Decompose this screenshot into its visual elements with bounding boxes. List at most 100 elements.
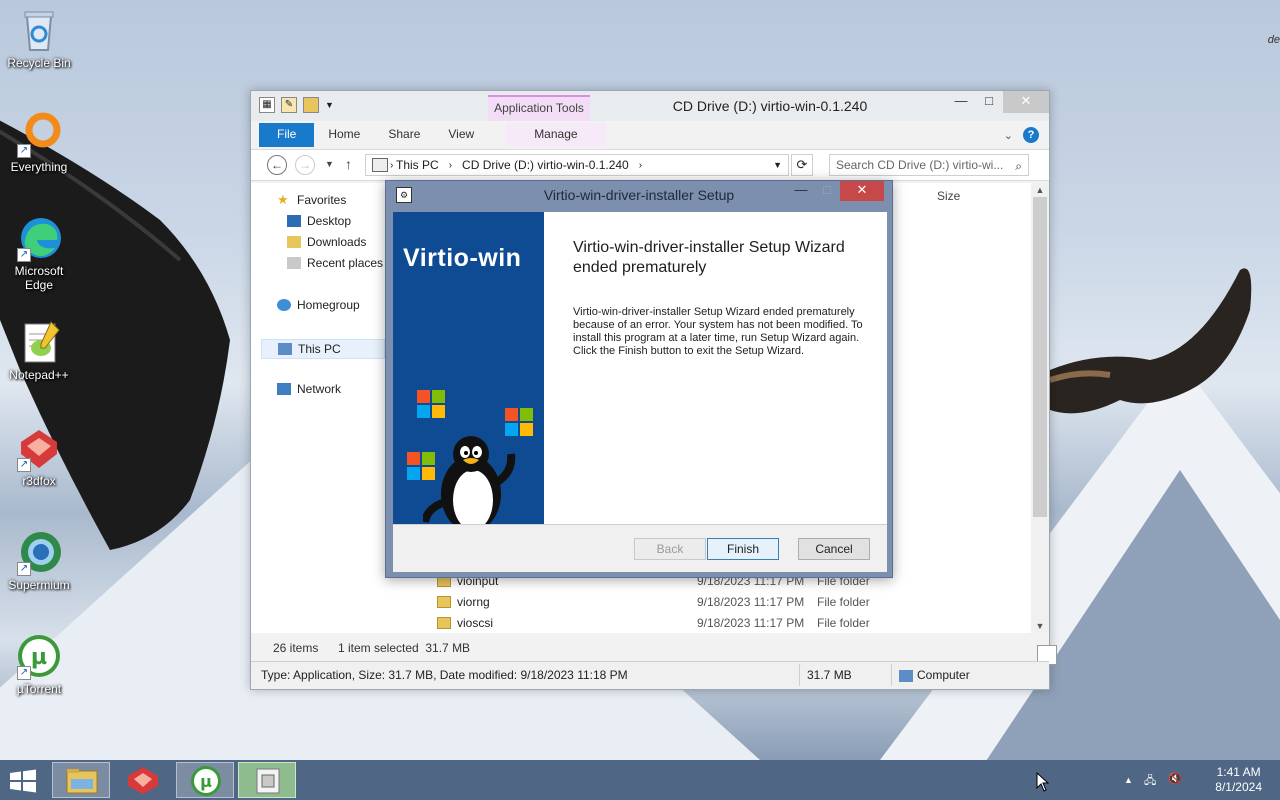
- explorer-titlebar[interactable]: ▦ ✎ ▼ Application Tools CD Drive (D:) vi…: [251, 91, 1049, 121]
- setup-dialog: ⚙ Virtio-win-driver-installer Setup — □ …: [385, 180, 893, 578]
- taskbar-r3dfox[interactable]: [114, 762, 172, 798]
- scrollbar-thumb[interactable]: [1033, 197, 1047, 517]
- breadcrumb-this-pc[interactable]: This PC: [396, 158, 439, 172]
- minimize-button[interactable]: —: [788, 181, 814, 201]
- tab-file[interactable]: File: [259, 123, 315, 147]
- setup-banner: Virtio-win: [393, 212, 544, 524]
- item-count: 26 items: [273, 641, 319, 655]
- back-arrow-icon[interactable]: ←: [267, 155, 287, 175]
- recycle-bin-icon: [15, 6, 63, 54]
- status-bar: 26 items 1 item selected 31.7 MB: [251, 635, 1057, 665]
- shortcut-arrow-icon: ↗: [17, 666, 31, 680]
- maximize-button[interactable]: □: [975, 91, 1003, 113]
- nav-favorites-label: Favorites: [297, 193, 347, 207]
- tab-view[interactable]: View: [434, 123, 488, 147]
- svg-text:µ: µ: [200, 772, 212, 791]
- desktop-icon-everything[interactable]: ↗ Everything: [4, 110, 74, 174]
- close-button[interactable]: ✕: [840, 181, 884, 201]
- back-button[interactable]: Back: [634, 538, 706, 560]
- nav-downloads[interactable]: Downloads: [287, 235, 366, 249]
- desktop-icon-recycle-bin[interactable]: Recycle Bin: [4, 6, 74, 70]
- clock[interactable]: 1:41 AM 8/1/2024: [1215, 765, 1262, 795]
- search-icon: ⌕: [1015, 159, 1022, 173]
- taskbar-setup[interactable]: [238, 762, 296, 798]
- details-bar: Type: Application, Size: 31.7 MB, Date m…: [251, 661, 1049, 689]
- file-date: 9/18/2023 11:17 PM: [697, 616, 805, 630]
- tab-share[interactable]: Share: [374, 123, 434, 147]
- search-placeholder: Search CD Drive (D:) virtio-wi...: [836, 158, 1004, 172]
- tab-manage[interactable]: Manage: [506, 123, 606, 147]
- setup-window-controls: — □ ✕: [788, 181, 884, 201]
- breadcrumb-sep-icon: ›: [390, 159, 394, 171]
- explorer-window-controls: — □ ✕: [947, 91, 1049, 113]
- desktop-icon-notepadpp[interactable]: Notepad++: [4, 318, 74, 382]
- nav-desktop-label: Desktop: [307, 214, 352, 228]
- minimize-button[interactable]: —: [947, 91, 975, 113]
- navigation-bar: ← → ▼ ↑ › This PC › CD Drive (D:) virtio…: [251, 149, 1049, 181]
- table-row[interactable]: viorng 9/18/2023 11:17 PM File folder: [437, 592, 917, 612]
- volume-muted-icon[interactable]: 🔇: [1168, 772, 1182, 785]
- address-bar[interactable]: › This PC › CD Drive (D:) virtio-win-0.1…: [365, 154, 789, 176]
- file-name: viorng: [457, 595, 490, 609]
- desktop-icon-utorrent[interactable]: µ ↗ µTorrent: [4, 632, 74, 696]
- setup-body: Virtio-win Virtio-win-driver-installer S…: [393, 212, 887, 572]
- breadcrumb-sep-icon: ›: [638, 159, 643, 171]
- network-icon: [277, 383, 291, 395]
- taskbar-utorrent[interactable]: µ: [176, 762, 234, 798]
- setup-footer: Back Finish Cancel: [393, 524, 887, 572]
- desktop-icon-edge[interactable]: ↗ Microsoft Edge: [4, 214, 74, 292]
- folder-icon: [437, 596, 451, 608]
- maximize-button[interactable]: □: [814, 181, 840, 201]
- scroll-up-icon[interactable]: ▲: [1031, 185, 1049, 195]
- nav-network[interactable]: Network: [277, 382, 341, 396]
- location-label: Computer: [917, 668, 970, 682]
- file-name: vioscsi: [457, 616, 494, 630]
- cd-drive-icon: [372, 158, 388, 172]
- homegroup-icon: [277, 299, 291, 311]
- vertical-scrollbar[interactable]: ▲ ▼: [1031, 183, 1049, 633]
- refresh-button[interactable]: ⟳: [791, 154, 813, 176]
- selected-file-details: Type: Application, Size: 31.7 MB, Date m…: [261, 668, 628, 682]
- windows-logo-icon: [417, 390, 445, 418]
- ribbon-expand-icon[interactable]: ⌄: [1004, 129, 1013, 142]
- eagle-body-right: [1049, 268, 1252, 414]
- desktop-icon-label: Microsoft Edge: [14, 264, 64, 292]
- show-hidden-icons-icon[interactable]: ▲: [1124, 775, 1133, 785]
- desktop-corner-text: de: [1267, 34, 1280, 46]
- mouse-cursor-icon: [1036, 772, 1050, 792]
- nav-homegroup[interactable]: Homegroup: [277, 298, 360, 312]
- breadcrumb-cd-drive[interactable]: CD Drive (D:) virtio-win-0.1.240: [462, 158, 629, 172]
- nav-this-pc[interactable]: This PC: [261, 339, 385, 359]
- desktop-icon-label: Supermium: [8, 578, 70, 592]
- recent-locations-icon[interactable]: ▼: [325, 159, 334, 169]
- table-row[interactable]: vioscsi 9/18/2023 11:17 PM File folder: [437, 613, 917, 633]
- help-icon[interactable]: ?: [1023, 127, 1039, 143]
- nav-recent[interactable]: Recent places: [287, 256, 383, 270]
- address-dropdown-icon[interactable]: ▼: [773, 160, 782, 170]
- selection-info: 1 item selected 31.7 MB: [338, 641, 471, 655]
- close-button[interactable]: ✕: [1003, 91, 1049, 113]
- finish-button[interactable]: Finish: [707, 538, 779, 560]
- nav-favorites[interactable]: ★ Favorites: [277, 193, 346, 207]
- forward-arrow-icon[interactable]: →: [295, 155, 315, 175]
- cancel-button[interactable]: Cancel: [798, 538, 870, 560]
- desktop-icon-supermium[interactable]: ↗ Supermium: [4, 528, 74, 592]
- network-tray-icon[interactable]: 🖧: [1144, 772, 1156, 791]
- desktop-icon-label: r3dfox: [22, 474, 56, 488]
- nav-desktop[interactable]: Desktop: [287, 214, 351, 228]
- taskbar-file-explorer[interactable]: [52, 762, 110, 798]
- start-button[interactable]: [6, 768, 40, 794]
- column-header-size[interactable]: Size: [937, 189, 960, 203]
- star-icon: ★: [277, 192, 289, 207]
- shortcut-arrow-icon: ↗: [17, 144, 31, 158]
- tab-home[interactable]: Home: [314, 123, 374, 147]
- up-arrow-icon[interactable]: ↑: [345, 156, 352, 172]
- scroll-down-icon[interactable]: ▼: [1031, 621, 1049, 631]
- search-input[interactable]: Search CD Drive (D:) virtio-wi... ⌕: [829, 154, 1029, 176]
- desktop-icon-r3dfox[interactable]: ↗ r3dfox: [4, 424, 74, 488]
- nav-recent-label: Recent places: [307, 256, 384, 270]
- computer-icon: [278, 343, 292, 355]
- r3dfox-icon: [128, 767, 158, 794]
- navigation-pane: ★ Favorites Desktop Downloads Recent pla…: [251, 183, 385, 633]
- setup-message: Virtio-win-driver-installer Setup Wizard…: [573, 306, 863, 357]
